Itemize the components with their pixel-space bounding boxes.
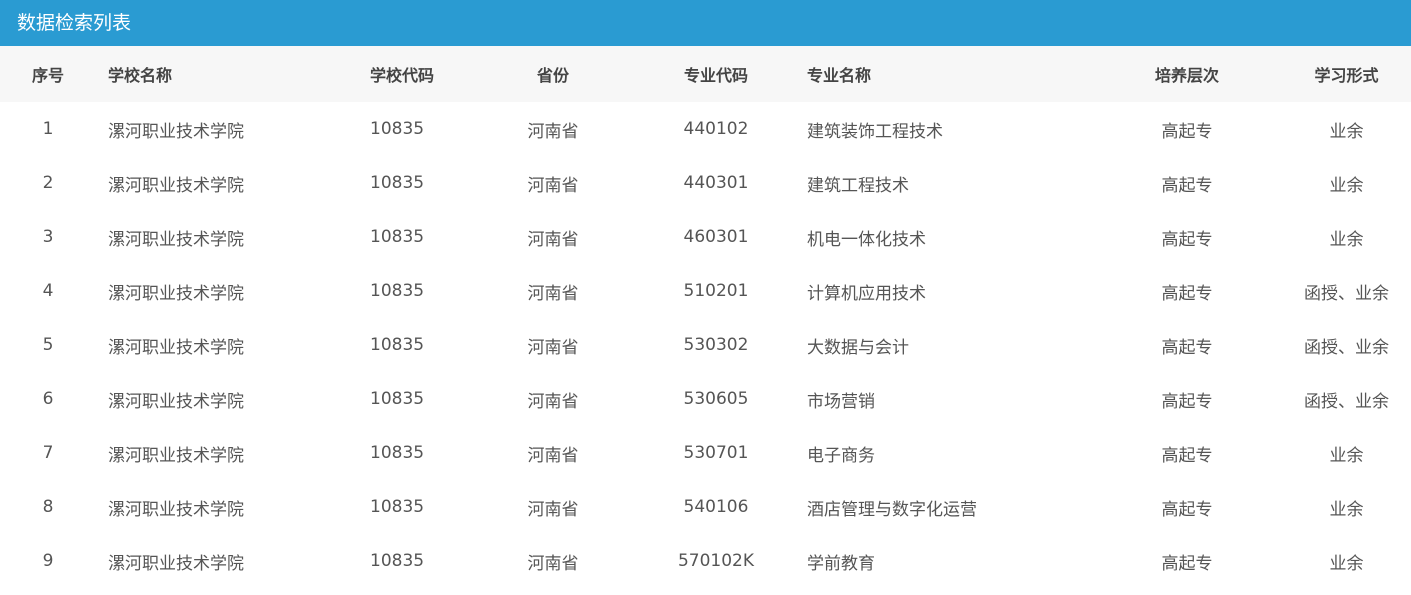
cell-major-code: 440301: [683, 173, 749, 193]
cell-school-name: 漯河职业技术学院: [108, 121, 244, 142]
cell-level: 高起专: [1161, 553, 1213, 574]
table-row: 2 漯河职业技术学院 10835 河南省 440301 建筑工程技术 高起专 业余: [0, 156, 1411, 210]
cell-idx: 7: [42, 443, 54, 463]
cell-school-name: 漯河职业技术学院: [108, 499, 244, 520]
cell-idx: 4: [42, 281, 54, 301]
cell-major-code: 540106: [683, 497, 749, 517]
header-major-code: 专业代码: [683, 66, 748, 85]
cell-study-form: 业余: [1329, 445, 1364, 466]
cell-major-code: 530302: [683, 335, 749, 355]
cell-province: 河南省: [527, 445, 579, 466]
cell-school-name: 漯河职业技术学院: [108, 283, 244, 304]
cell-level: 高起专: [1161, 121, 1213, 142]
cell-school-code: 10835: [370, 227, 425, 247]
cell-province: 河南省: [527, 499, 579, 520]
cell-idx: 6: [42, 389, 54, 409]
cell-province: 河南省: [527, 283, 579, 304]
cell-major-code: 530701: [683, 443, 749, 463]
header-study-form: 学习形式: [1314, 66, 1379, 85]
cell-study-form: 业余: [1329, 499, 1364, 520]
cell-school-name: 漯河职业技术学院: [108, 175, 244, 196]
cell-school-name: 漯河职业技术学院: [108, 391, 244, 412]
cell-school-name: 漯河职业技术学院: [108, 337, 244, 358]
cell-major-name: 机电一体化技术: [807, 229, 926, 250]
cell-province: 河南省: [527, 229, 579, 250]
cell-level: 高起专: [1161, 283, 1213, 304]
header-row: 序号 学校名称 学校代码 省份 专业代码 专业名称 培养层次 学习形式: [0, 46, 1411, 102]
table-row: 1 漯河职业技术学院 10835 河南省 440102 建筑装饰工程技术 高起专 业余: [0, 102, 1411, 156]
cell-major-name: 电子商务: [807, 445, 875, 466]
cell-idx: 9: [42, 551, 54, 571]
table-row: 8 漯河职业技术学院 10835 河南省 540106 酒店管理与数字化运营 高起专 业余: [0, 480, 1411, 534]
cell-school-code: 10835: [370, 281, 425, 301]
table-header: 序号 学校名称 学校代码 省份 专业代码 专业名称 培养层次 学习形式: [0, 46, 1411, 102]
table-body: 1 漯河职业技术学院 10835 河南省 440102 建筑装饰工程技术 高起专 业余 2 漯河职…: [0, 102, 1411, 588]
cell-major-name: 酒店管理与数字化运营: [807, 499, 977, 520]
cell-major-code: 460301: [683, 227, 749, 247]
cell-major-code: 570102K: [677, 551, 755, 571]
cell-idx: 2: [42, 173, 54, 193]
header-major-name: 专业名称: [807, 66, 872, 85]
cell-province: 河南省: [527, 553, 579, 574]
cell-province: 河南省: [527, 175, 579, 196]
cell-school-name: 漯河职业技术学院: [108, 553, 244, 574]
cell-study-form: 业余: [1329, 121, 1364, 142]
cell-major-code: 510201: [683, 281, 749, 301]
header-school-name: 学校名称: [108, 66, 173, 85]
header-idx: 序号: [31, 66, 64, 85]
cell-major-code: 440102: [683, 119, 749, 139]
cell-study-form: 函授、业余: [1304, 391, 1389, 412]
cell-major-name: 建筑工程技术: [807, 175, 909, 196]
panel-title: 数据检索列表: [0, 0, 1411, 46]
table-row: 9 漯河职业技术学院 10835 河南省 570102K 学前教育 高起专 业余: [0, 534, 1411, 588]
cell-idx: 8: [42, 497, 54, 517]
header-school-code: 学校代码: [370, 66, 435, 85]
cell-major-name: 市场营销: [807, 391, 875, 412]
cell-school-code: 10835: [370, 335, 425, 355]
cell-school-code: 10835: [370, 497, 425, 517]
cell-major-name: 学前教育: [807, 553, 875, 574]
table-row: 4 漯河职业技术学院 10835 河南省 510201 计算机应用技术 高起专 函授、业余: [0, 264, 1411, 318]
cell-level: 高起专: [1161, 175, 1213, 196]
results-table: 序号 学校名称 学校代码 省份 专业代码 专业名称 培养层次 学习形式 1 漯河职…: [0, 46, 1411, 588]
cell-study-form: 函授、业余: [1304, 337, 1389, 358]
cell-level: 高起专: [1161, 229, 1213, 250]
cell-idx: 1: [42, 119, 54, 139]
cell-school-code: 10835: [370, 119, 425, 139]
cell-level: 高起专: [1161, 337, 1213, 358]
cell-major-name: 大数据与会计: [807, 337, 909, 358]
cell-level: 高起专: [1161, 391, 1213, 412]
cell-level: 高起专: [1161, 499, 1213, 520]
table-row: 7 漯河职业技术学院 10835 河南省 530701 电子商务 高起专 业余: [0, 426, 1411, 480]
cell-school-code: 10835: [370, 551, 425, 571]
cell-study-form: 业余: [1329, 229, 1364, 250]
cell-province: 河南省: [527, 121, 579, 142]
header-province: 省份: [536, 66, 569, 85]
cell-province: 河南省: [527, 391, 579, 412]
cell-school-code: 10835: [370, 173, 425, 193]
cell-school-code: 10835: [370, 443, 425, 463]
cell-idx: 3: [42, 227, 54, 247]
cell-idx: 5: [42, 335, 54, 355]
cell-study-form: 函授、业余: [1304, 283, 1389, 304]
cell-major-name: 建筑装饰工程技术: [807, 121, 943, 142]
cell-school-name: 漯河职业技术学院: [108, 445, 244, 466]
cell-school-name: 漯河职业技术学院: [108, 229, 244, 250]
cell-school-code: 10835: [370, 389, 425, 409]
cell-level: 高起专: [1161, 445, 1213, 466]
table-row: 6 漯河职业技术学院 10835 河南省 530605 市场营销 高起专 函授、业余: [0, 372, 1411, 426]
table-row: 3 漯河职业技术学院 10835 河南省 460301 机电一体化技术 高起专 业余: [0, 210, 1411, 264]
cell-province: 河南省: [527, 337, 579, 358]
header-level: 培养层次: [1154, 66, 1219, 85]
cell-study-form: 业余: [1329, 553, 1364, 574]
cell-major-code: 530605: [683, 389, 749, 409]
table-row: 5 漯河职业技术学院 10835 河南省 530302 大数据与会计 高起专 函授、业余: [0, 318, 1411, 372]
cell-study-form: 业余: [1329, 175, 1364, 196]
data-search-panel: 数据检索列表 序号 学校名称 学校代码 省份 专业代码 专业名称 培养层次 学习…: [0, 0, 1411, 595]
cell-major-name: 计算机应用技术: [807, 283, 926, 304]
